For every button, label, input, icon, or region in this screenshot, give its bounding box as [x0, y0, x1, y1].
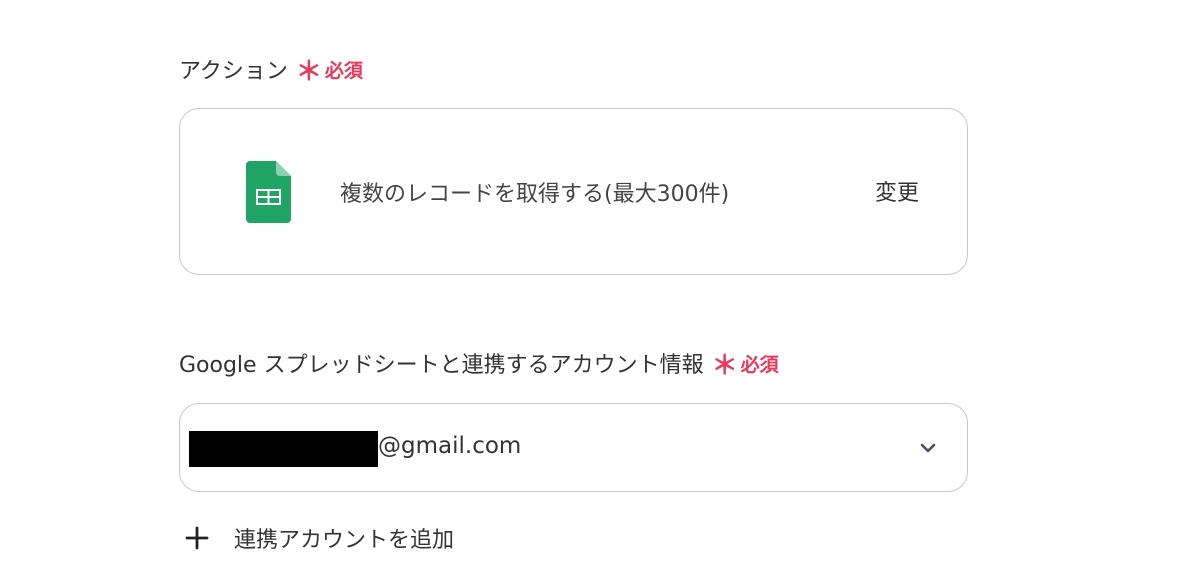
- google-sheets-icon: [246, 161, 291, 223]
- add-account-label: 連携アカウントを追加: [234, 528, 455, 553]
- action-selector-card: 複数のレコードを取得する(最大300件) 変更: [179, 108, 968, 275]
- required-badge: 必須: [324, 59, 363, 82]
- add-linked-account-button[interactable]: 連携アカウントを追加: [184, 522, 454, 554]
- account-field-label: Google スプレッドシートと連携するアカウント情報 ＊ 必須: [179, 347, 779, 379]
- redacted-email-block: [189, 431, 378, 467]
- required-asterisk-icon: ＊: [711, 351, 738, 381]
- action-label-text: アクション: [179, 59, 288, 84]
- required-badge: 必須: [740, 353, 779, 376]
- account-select-dropdown[interactable]: @gmail.com: [179, 403, 968, 492]
- action-settings-form: アクション ＊ 必須 複数のレコードを取得する(最大300件) 変更 Googl…: [0, 0, 1186, 580]
- action-field-label: アクション ＊ 必須: [179, 53, 363, 85]
- change-action-button[interactable]: 変更: [875, 175, 919, 207]
- chevron-down-icon[interactable]: [917, 440, 939, 456]
- selected-account-email: @gmail.com: [378, 433, 522, 459]
- plus-icon: [185, 526, 209, 550]
- required-asterisk-icon: ＊: [295, 57, 322, 87]
- selected-action-label: 複数のレコードを取得する(最大300件): [340, 182, 730, 207]
- account-label-text: Google スプレッドシートと連携するアカウント情報: [179, 353, 704, 378]
